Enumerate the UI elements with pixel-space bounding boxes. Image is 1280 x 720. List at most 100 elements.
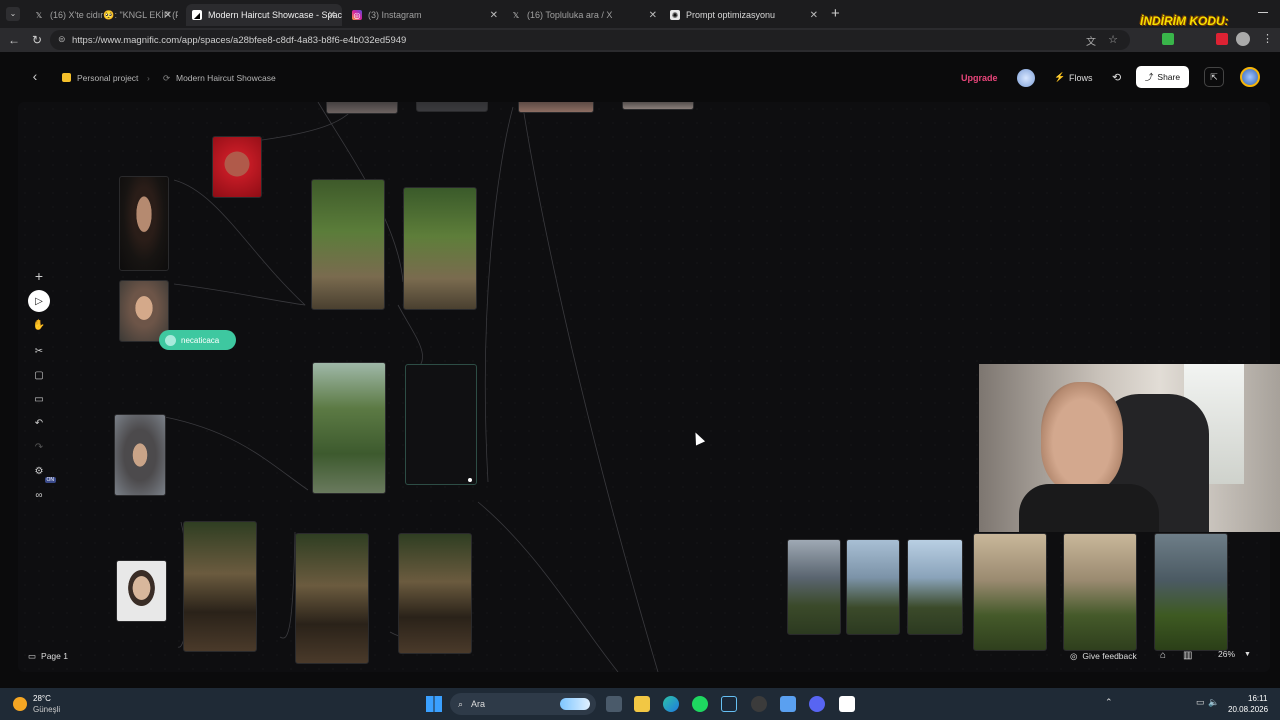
close-tab-icon[interactable]: ✕: [328, 10, 336, 21]
tab-label: (16) X'te cidır🥺: "KNGL EKİP (PAR: [50, 9, 178, 20]
give-feedback-button[interactable]: ◎ Give feedback: [1070, 648, 1137, 664]
windows-start-icon[interactable]: [426, 696, 442, 712]
tab-label: Prompt optimizasyonu: [686, 10, 776, 20]
address-bar: ← ↻ ⊜ https://www.magnific.com/app/space…: [0, 28, 1280, 52]
empty-generation-node[interactable]: [405, 364, 477, 485]
tab-magnific[interactable]: ◢ Modern Haircut Showcase - Space ✕: [186, 4, 342, 26]
reference-node-top-2[interactable]: [416, 102, 488, 112]
image-node-campfire-1[interactable]: [183, 521, 257, 652]
capcut-icon[interactable]: [839, 696, 855, 712]
instagram-icon: ◎: [352, 10, 362, 20]
volume-icon[interactable]: 🔈: [1208, 697, 1219, 708]
spotify-icon[interactable]: [692, 696, 708, 712]
add-icon[interactable]: +: [28, 265, 50, 287]
extension-icon-2[interactable]: [1216, 33, 1228, 45]
reference-node-top-4[interactable]: [622, 102, 694, 110]
translate-icon[interactable]: 文: [1086, 33, 1096, 48]
portrait-node-smile[interactable]: [116, 560, 167, 622]
close-tab-icon[interactable]: ✕: [164, 10, 172, 21]
close-tab-icon[interactable]: ✕: [810, 10, 818, 21]
edge-icon[interactable]: [663, 696, 679, 712]
comment-icon[interactable]: ▭: [28, 388, 50, 410]
output-port[interactable]: [468, 478, 472, 482]
zoom-control[interactable]: 26% ▼: [1218, 649, 1251, 659]
flows-button[interactable]: Flows: [1069, 73, 1093, 83]
pointer-icon[interactable]: ▷: [28, 290, 50, 312]
breadcrumb-project[interactable]: Personal project: [77, 73, 138, 83]
image-node-campfire-3[interactable]: [398, 533, 472, 654]
undo-icon[interactable]: ↶: [28, 412, 50, 434]
image-node-car-4[interactable]: [973, 533, 1047, 651]
infinity-icon[interactable]: ∞ ON: [28, 477, 56, 506]
portrait-node-glasses[interactable]: [119, 176, 169, 271]
upgrade-button[interactable]: Upgrade: [961, 73, 998, 83]
page-selector[interactable]: ▭ Page 1: [28, 648, 68, 664]
back-button[interactable]: ‹: [26, 68, 44, 86]
clock-date[interactable]: 20.08.2026: [1228, 705, 1268, 714]
weather-temp[interactable]: 28°C: [33, 694, 51, 703]
site-info-icon[interactable]: ⊜: [58, 34, 66, 45]
browser-menu-icon[interactable]: ⋮: [1262, 32, 1273, 45]
back-arrow-icon[interactable]: ←: [8, 33, 20, 47]
url-field[interactable]: ⊜ https://www.magnific.com/app/spaces/a2…: [50, 30, 1130, 50]
frame-icon[interactable]: ▢: [28, 364, 50, 386]
image-node-lake-1[interactable]: [311, 179, 385, 310]
image-node-car-3[interactable]: [907, 539, 963, 635]
reference-node-top-3[interactable]: [518, 102, 594, 113]
share-button[interactable]: ⤴ Share: [1136, 66, 1189, 88]
minimize-icon[interactable]: [1258, 12, 1268, 13]
network-icon[interactable]: ▭: [1196, 697, 1205, 708]
collaborator-cursor-pill: necaticaca: [159, 330, 236, 350]
chevron-down-icon: ▼: [1244, 650, 1251, 658]
tray-chevron-icon[interactable]: ⌃: [1105, 697, 1113, 708]
image-node-fishing[interactable]: [312, 362, 386, 494]
tab-list-icon[interactable]: ⌄: [6, 7, 20, 21]
user-avatar[interactable]: [1017, 69, 1035, 87]
reference-node-top-1[interactable]: [326, 102, 398, 114]
discord-icon[interactable]: [809, 696, 825, 712]
share-label: Share: [1157, 72, 1181, 82]
portrait-node-red[interactable]: [212, 136, 262, 198]
bookmark-star-icon[interactable]: ☆: [1108, 33, 1118, 46]
weather-sun-icon[interactable]: [13, 697, 27, 711]
taskbar-search[interactable]: ⌕ Ara: [450, 693, 596, 715]
tab-x-1[interactable]: 𝕏 (16) X'te cidır🥺: "KNGL EKİP (PAR ✕: [28, 4, 178, 26]
image-node-car-6[interactable]: [1154, 533, 1228, 651]
account-avatar[interactable]: [1240, 67, 1260, 87]
file-explorer-icon[interactable]: [634, 696, 650, 712]
tab-instagram[interactable]: ◎ (3) Instagram ✕: [346, 4, 504, 26]
book-icon[interactable]: ▥: [1183, 650, 1192, 661]
close-tab-icon[interactable]: ✕: [649, 10, 657, 21]
task-view-icon[interactable]: [606, 696, 622, 712]
new-tab-button[interactable]: +: [831, 5, 840, 22]
image-node-car-1[interactable]: [787, 539, 841, 635]
tab-x-2[interactable]: 𝕏 (16) Topluluka ara / X ✕: [505, 4, 663, 26]
hand-icon[interactable]: ✋: [28, 314, 50, 336]
profile-avatar-icon[interactable]: [1236, 32, 1250, 46]
export-icon[interactable]: ⇱: [1204, 67, 1224, 87]
redo-icon[interactable]: ↷: [28, 436, 50, 458]
infinity-badge: ON: [44, 477, 56, 483]
weather-status[interactable]: Güneşli: [33, 705, 60, 714]
collaborator-avatar: [165, 334, 176, 346]
image-node-lake-2[interactable]: [403, 187, 477, 310]
history-icon[interactable]: ⟲: [1112, 71, 1121, 84]
image-node-car-2[interactable]: [846, 539, 900, 635]
windows-taskbar: 28°C Güneşli ⌕ Ara ⌃ ▭ 🔈 16:11 20.08.202…: [0, 688, 1280, 720]
image-node-campfire-2[interactable]: [295, 533, 369, 664]
close-tab-icon[interactable]: ✕: [490, 10, 498, 21]
image-node-car-5[interactable]: [1063, 533, 1137, 651]
breadcrumb-space[interactable]: Modern Haircut Showcase: [176, 73, 276, 83]
person-shirt: [1019, 484, 1159, 532]
extension-icon[interactable]: [1162, 33, 1174, 45]
steam-icon[interactable]: [721, 696, 737, 712]
learn-icon[interactable]: ⌂: [1160, 650, 1166, 661]
scissors-icon[interactable]: ✂: [28, 340, 50, 362]
notes-icon[interactable]: [780, 696, 796, 712]
app-icon-1[interactable]: [751, 696, 767, 712]
portrait-node-car[interactable]: [114, 414, 166, 496]
space-icon: ⟳: [163, 73, 171, 83]
reload-icon[interactable]: ↻: [32, 33, 42, 47]
tab-chatgpt[interactable]: ✺ Prompt optimizasyonu ✕: [664, 4, 824, 26]
clock-time[interactable]: 16:11: [1248, 694, 1267, 703]
